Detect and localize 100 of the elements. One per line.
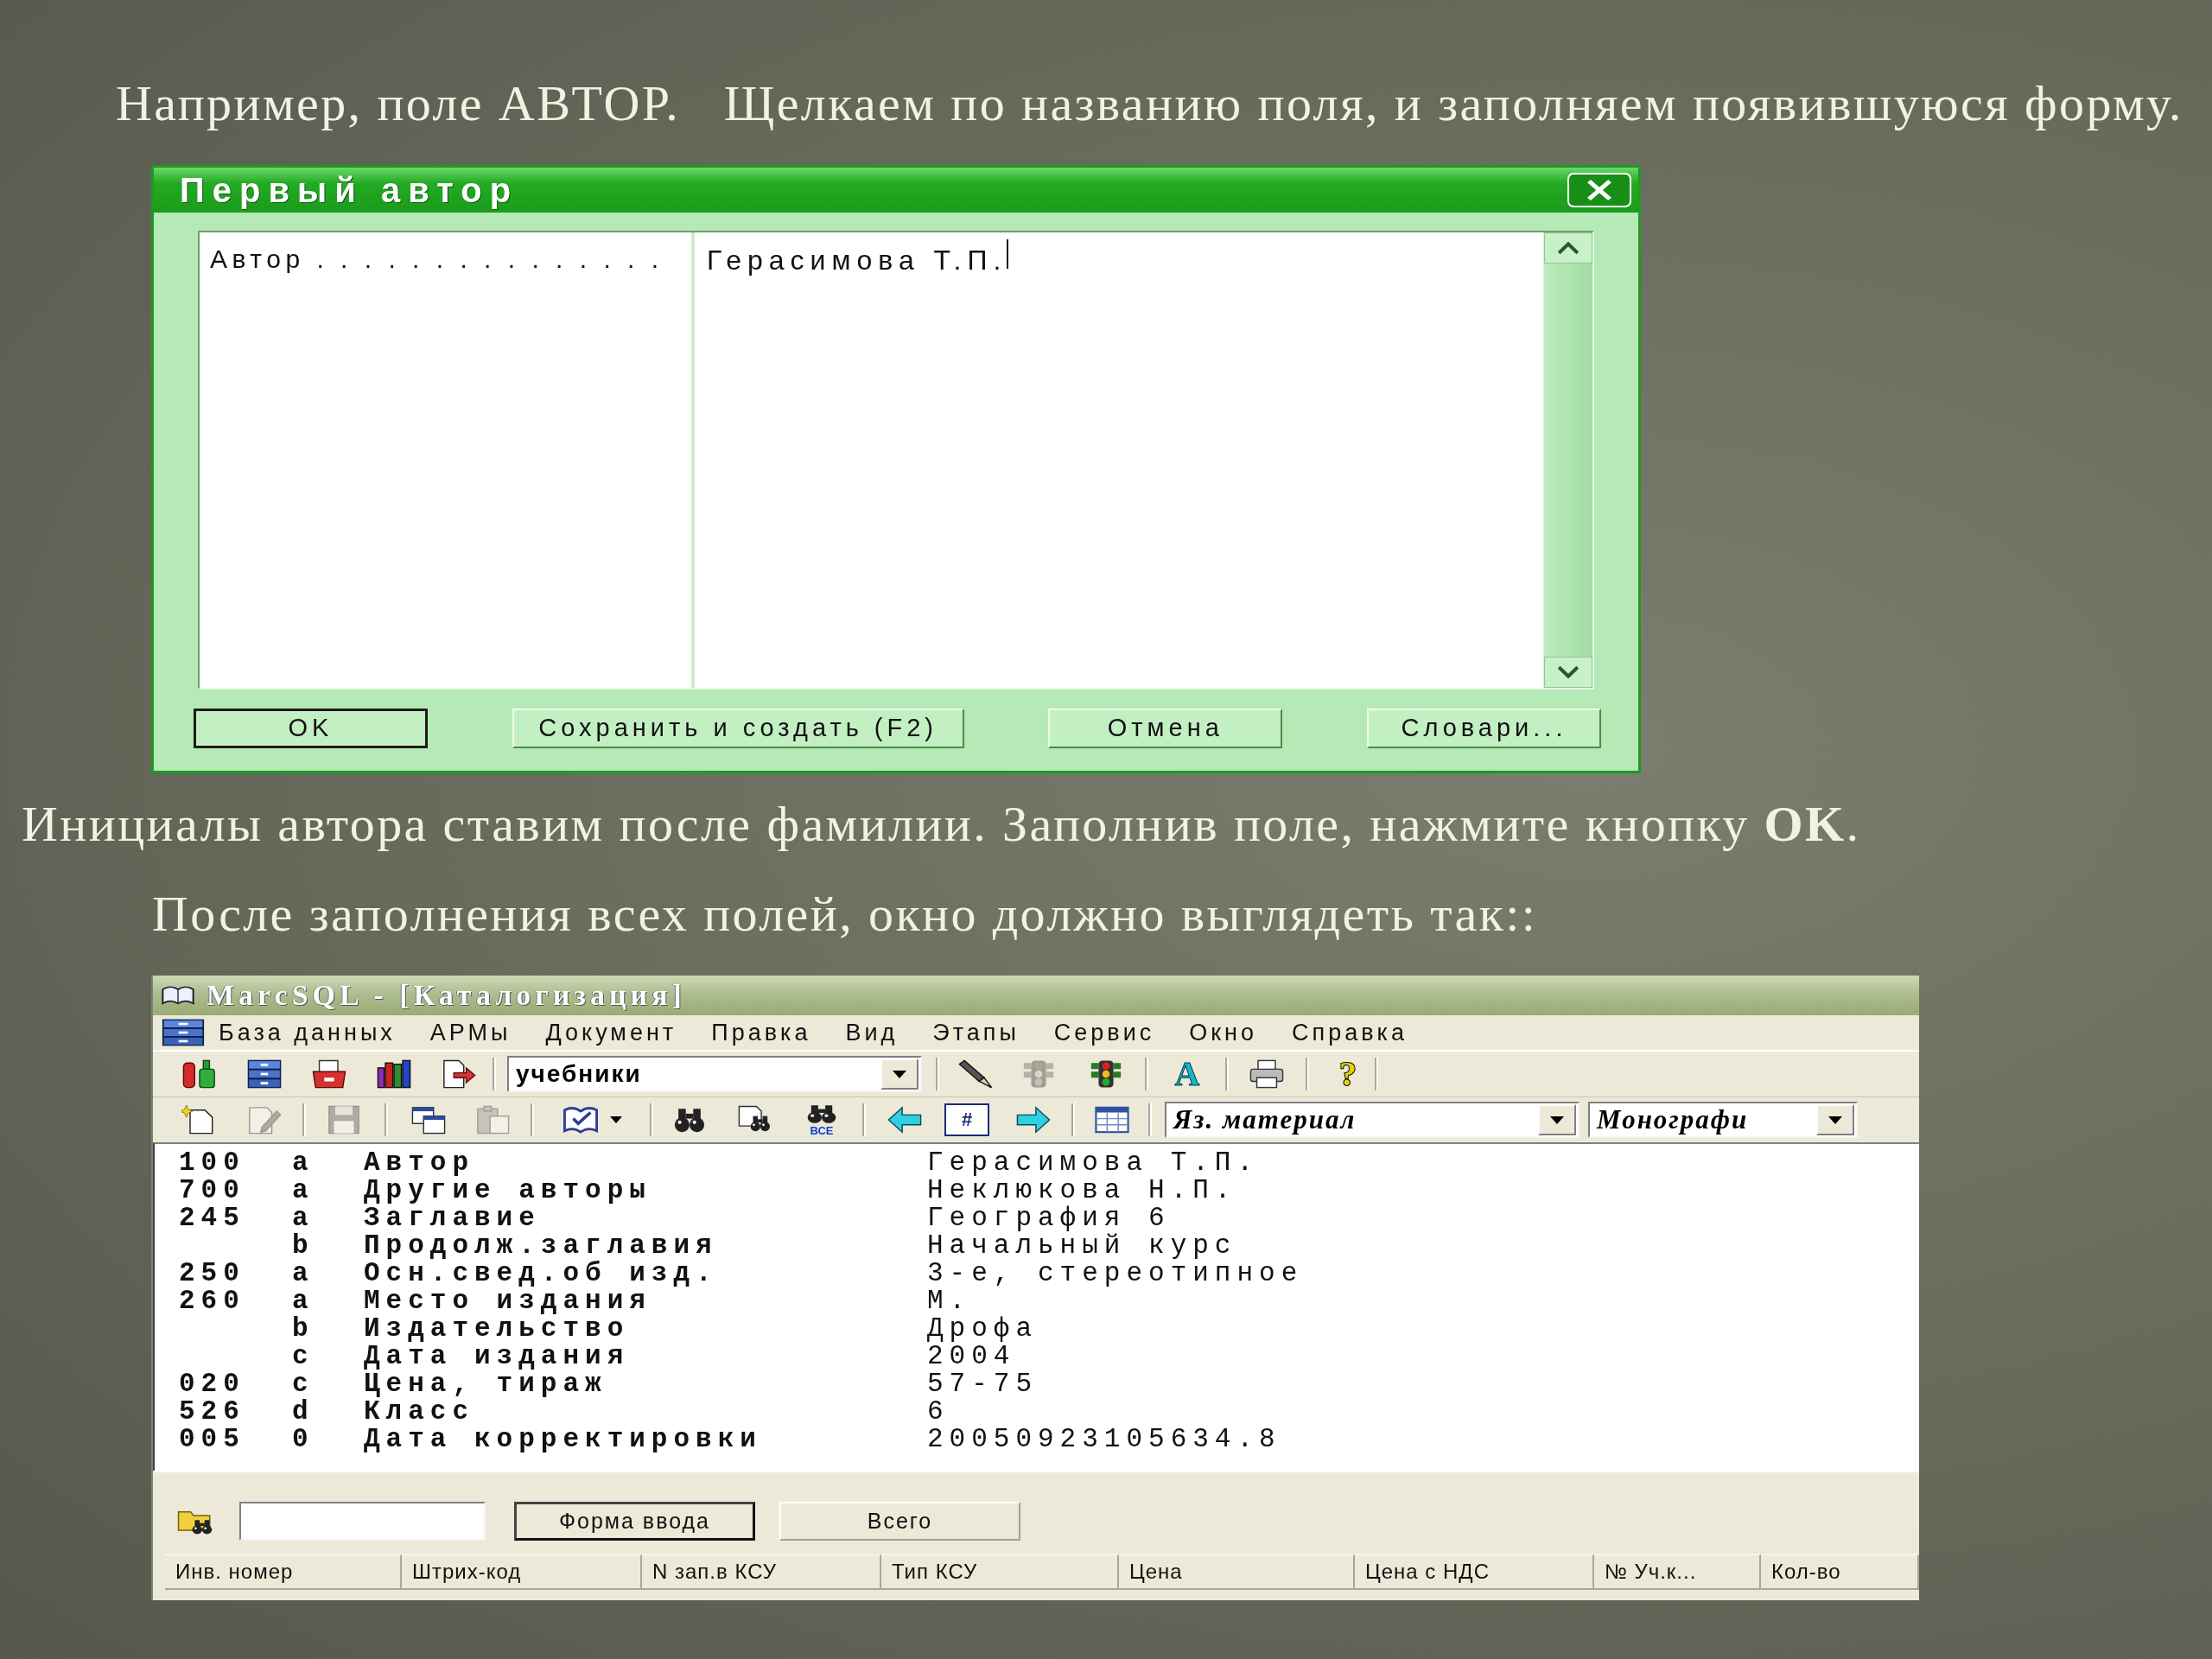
type-combo[interactable]: Монографи bbox=[1588, 1102, 1858, 1138]
record-field-value: Неклюкова Н.П. bbox=[927, 1175, 1237, 1205]
record-field-name[interactable]: Осн.свед.об изд. bbox=[364, 1258, 718, 1288]
dialog-button[interactable]: Словари... bbox=[1366, 709, 1601, 748]
record-field-name[interactable]: Автор bbox=[364, 1147, 474, 1178]
record-subfield: a bbox=[292, 1258, 315, 1288]
material-combo[interactable]: Яз. материал bbox=[1165, 1102, 1580, 1138]
record-field-name[interactable]: Цена, тираж bbox=[364, 1369, 607, 1399]
record-tag: 250 bbox=[179, 1258, 245, 1288]
dropdown-button[interactable] bbox=[1538, 1104, 1576, 1135]
record-field-value: Герасимова Т.П. bbox=[927, 1147, 1260, 1178]
column-header[interactable]: Тип КСУ bbox=[881, 1554, 1119, 1590]
collection-combo[interactable]: учебники bbox=[507, 1056, 922, 1092]
scroll-down-button[interactable] bbox=[1544, 657, 1592, 688]
record-field-name[interactable]: Класс bbox=[364, 1396, 474, 1427]
menu-item[interactable]: Вид bbox=[845, 1014, 899, 1051]
record-subfield: a bbox=[292, 1175, 315, 1205]
record-field-name[interactable]: Издательство bbox=[364, 1313, 630, 1344]
dialog-button[interactable]: Отмена bbox=[1048, 709, 1283, 748]
menu-item[interactable]: Правка bbox=[711, 1014, 811, 1051]
record-field-name[interactable]: Место издания bbox=[364, 1286, 652, 1316]
record-subfield: b bbox=[292, 1313, 315, 1344]
record-subfield: c bbox=[292, 1369, 315, 1399]
menu-item[interactable]: База данных bbox=[219, 1014, 396, 1051]
text-cursor-icon bbox=[1007, 239, 1009, 269]
record-subfield: b bbox=[292, 1230, 315, 1261]
column-header[interactable]: Штрих-код bbox=[402, 1554, 642, 1590]
caption-text: После заполнения всех полей, окно должно выглядеть так:: bbox=[152, 886, 1538, 943]
scrollbar[interactable] bbox=[1543, 232, 1592, 688]
edit-document-icon bbox=[247, 1105, 282, 1135]
chevron-down-icon bbox=[1557, 666, 1580, 678]
record-field-value: 3-е, стереотипное bbox=[927, 1258, 1304, 1288]
caret-icon bbox=[1828, 1116, 1842, 1124]
column-header[interactable]: Инв. номер bbox=[165, 1554, 402, 1590]
search-all-button[interactable]: ВСЕ bbox=[798, 1101, 846, 1139]
record-tag: 260 bbox=[179, 1286, 245, 1316]
menu-item[interactable]: Сервис bbox=[1053, 1014, 1155, 1051]
record-subfield: c bbox=[292, 1341, 315, 1371]
window-title: MarcSQL - [Каталогизация] bbox=[207, 978, 686, 1013]
dialog-button[interactable]: OK bbox=[194, 709, 428, 748]
record-tag: 700 bbox=[179, 1175, 245, 1205]
table-icon bbox=[1095, 1105, 1129, 1135]
dialog-button[interactable]: Сохранить и создать (F2) bbox=[512, 709, 964, 748]
panel-button[interactable]: Всего bbox=[779, 1502, 1020, 1541]
record-field-value: 2004 bbox=[927, 1341, 1016, 1371]
panel-button[interactable]: Форма ввода bbox=[514, 1502, 755, 1541]
column-header[interactable]: Кол-во bbox=[1761, 1554, 1919, 1590]
record-tag: 526 bbox=[179, 1396, 245, 1427]
menu-item[interactable]: АРМы bbox=[429, 1014, 512, 1051]
column-header[interactable]: N зап.в КСУ bbox=[642, 1554, 881, 1590]
menu-item[interactable]: Справка bbox=[1292, 1014, 1408, 1051]
close-icon bbox=[1586, 179, 1612, 201]
menu-item[interactable]: Окно bbox=[1189, 1014, 1258, 1051]
number-button[interactable]: # bbox=[944, 1103, 989, 1136]
record-tag: 005 bbox=[179, 1424, 245, 1454]
column-header[interactable]: Цена bbox=[1119, 1554, 1355, 1590]
windows-icon bbox=[411, 1105, 446, 1135]
binoculars-icon bbox=[805, 1103, 838, 1125]
drawer-stack-icon bbox=[162, 1019, 205, 1046]
caret-icon bbox=[610, 1116, 622, 1123]
record-subfield: a bbox=[292, 1147, 315, 1178]
record-field-name[interactable]: Дата корректировки bbox=[364, 1424, 762, 1454]
record-field-name[interactable]: Дата издания bbox=[364, 1341, 630, 1371]
dropdown-button[interactable] bbox=[1816, 1104, 1854, 1135]
search-field[interactable] bbox=[239, 1502, 486, 1541]
record-field-value: Дрофа bbox=[927, 1313, 1038, 1344]
scroll-up-button[interactable] bbox=[1544, 232, 1592, 264]
dialog-title: Первый автор bbox=[180, 170, 519, 210]
record-field-name[interactable]: Другие авторы bbox=[364, 1175, 652, 1205]
left-arrow-icon bbox=[887, 1105, 922, 1135]
record-tag: 020 bbox=[179, 1369, 245, 1399]
document-arrow-icon bbox=[442, 1059, 476, 1089]
dropdown-button[interactable] bbox=[880, 1058, 918, 1090]
record-field-value: М. bbox=[927, 1286, 972, 1316]
record-field-name[interactable]: Продолж.заглавия bbox=[364, 1230, 718, 1261]
field-label: Автор . . . . . . . . . . . . . . . bbox=[210, 245, 664, 273]
record-tag: 100 bbox=[179, 1147, 245, 1178]
chevron-up-icon bbox=[1557, 242, 1580, 254]
clipboard-icon bbox=[475, 1105, 510, 1135]
record-subfield: a bbox=[292, 1286, 315, 1316]
record-field-value: Начальный курс bbox=[927, 1230, 1237, 1261]
close-button[interactable] bbox=[1567, 173, 1631, 207]
column-header[interactable]: № Уч.к... bbox=[1594, 1554, 1761, 1590]
menu-item[interactable]: Этапы bbox=[932, 1014, 1020, 1051]
pen-icon bbox=[958, 1059, 993, 1089]
record-tag: 245 bbox=[179, 1203, 245, 1233]
instruction-text: Инициалы автора ставим после фамилии. Заполнив поле, нажмите кнопку OK. bbox=[22, 796, 1861, 853]
record-field-value: 57-75 bbox=[927, 1369, 1038, 1399]
text-field[interactable]: Герасимова Т.П. bbox=[695, 232, 1543, 688]
menu-item[interactable]: Документ bbox=[545, 1014, 677, 1051]
record-field-name[interactable]: Заглавие bbox=[364, 1203, 541, 1233]
intro-text: Например, поле АВТОР. Щелкаем по названию поля, и заполняем появившуюся форму. bbox=[116, 74, 2183, 133]
record-field-value: География 6 bbox=[927, 1203, 1171, 1233]
column-header[interactable]: Цена с НДС bbox=[1355, 1554, 1594, 1590]
record-subfield: d bbox=[292, 1396, 315, 1427]
bottles-icon bbox=[182, 1059, 217, 1089]
record-field-value: 6 bbox=[927, 1396, 950, 1427]
record-field-value: 20050923105634.8 bbox=[927, 1424, 1281, 1454]
books-icon bbox=[377, 1059, 411, 1089]
open-drawer-icon bbox=[312, 1059, 346, 1089]
